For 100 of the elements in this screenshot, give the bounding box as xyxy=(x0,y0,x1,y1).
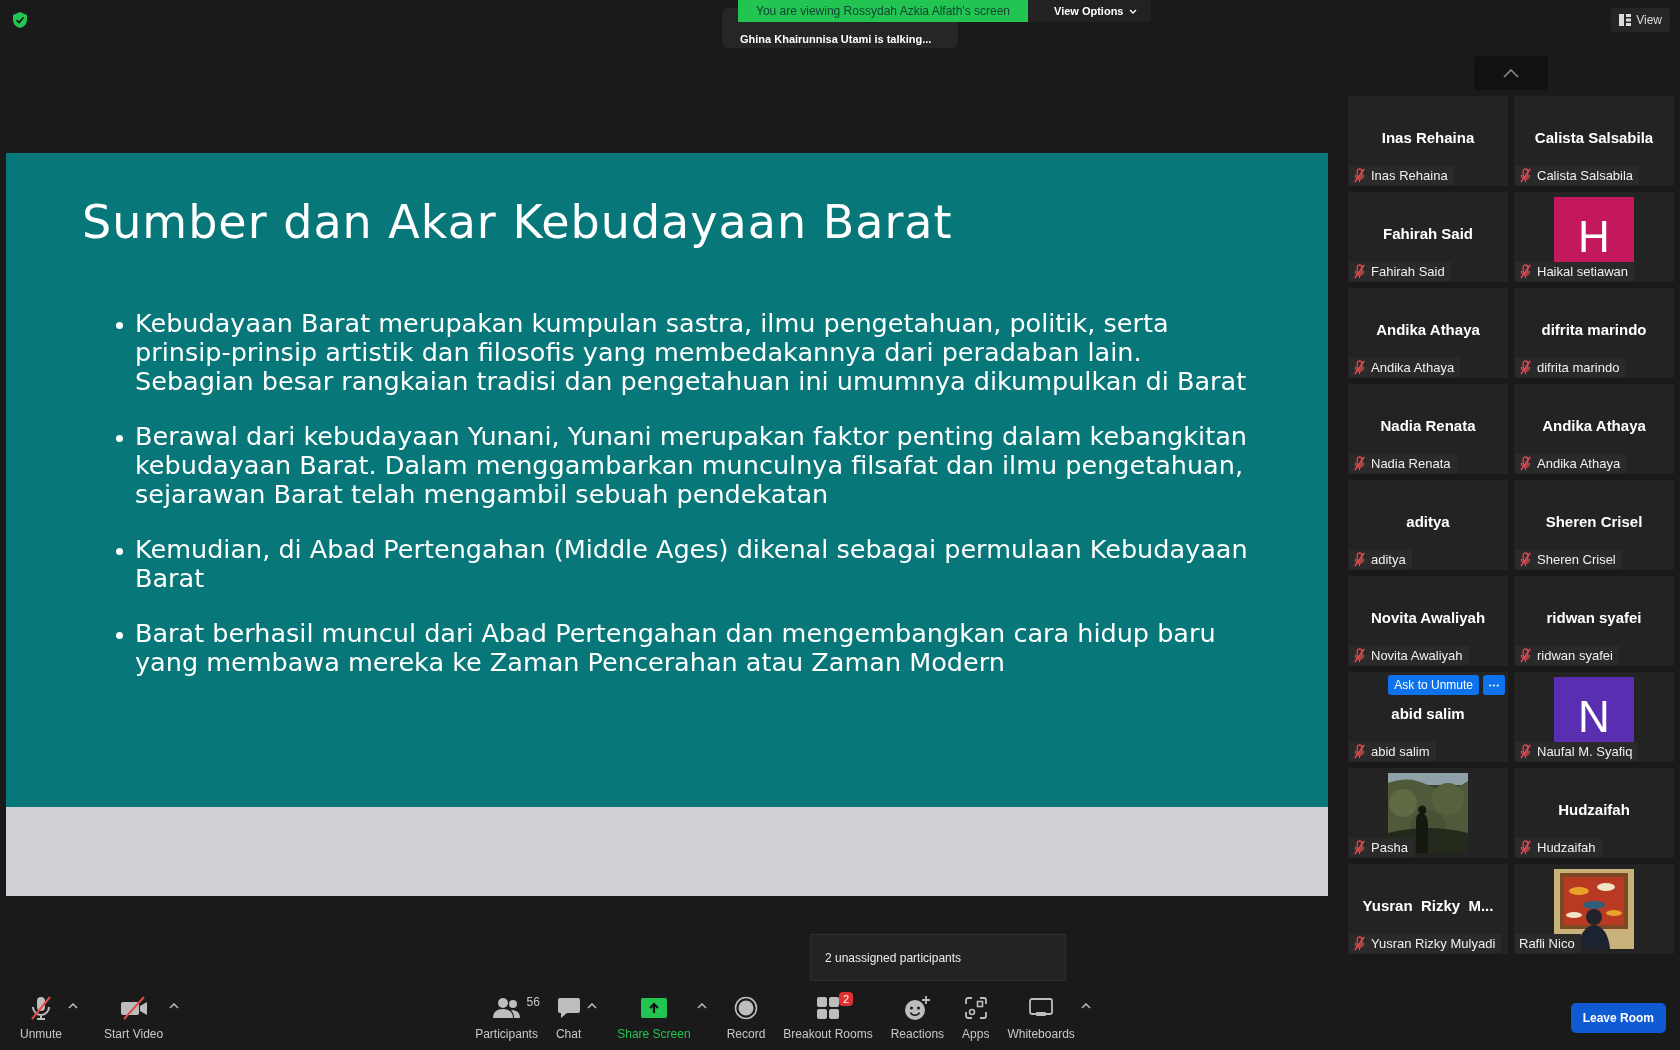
muted-mic-icon xyxy=(1353,840,1366,855)
participant-tile[interactable]: Calista Salsabila Calista Salsabila xyxy=(1514,96,1674,186)
participant-tile[interactable]: Ask to Unmute abid salim abid salim xyxy=(1348,672,1508,762)
participant-name: Yusran Rizky M... xyxy=(1362,896,1494,914)
toolbar-button[interactable]: Unmute xyxy=(14,994,69,1041)
label-text: Nadia Renata xyxy=(1371,456,1451,471)
participant-tile[interactable]: Yusran Rizky M... Yusran Rizky Mulyadi xyxy=(1348,864,1508,954)
label-text: Novita Awaliyah xyxy=(1371,648,1463,663)
people-icon xyxy=(492,996,521,1019)
muted-mic-icon xyxy=(1353,648,1366,663)
chevron-down-icon xyxy=(1129,8,1138,14)
toolbar-button[interactable]: Reactions xyxy=(884,994,951,1041)
muted-mic-icon xyxy=(1519,840,1532,855)
muted-mic-icon xyxy=(1519,456,1532,471)
toolbar-button[interactable]: Share Screen xyxy=(611,994,697,1041)
caret-icon[interactable] xyxy=(587,1002,598,1009)
muted-mic-icon xyxy=(1519,648,1532,663)
label-text: Sheren Crisel xyxy=(1537,552,1616,567)
label-text: Andika Athaya xyxy=(1537,456,1621,471)
toolbar-button[interactable]: 2 Breakout Rooms xyxy=(777,994,879,1041)
participant-name: difrita marindo xyxy=(1541,320,1647,338)
label-text: Andika Athaya xyxy=(1371,360,1455,375)
more-dots-icon xyxy=(1489,683,1499,687)
participant-tile[interactable]: Sheren Crisel Sheren Crisel xyxy=(1514,480,1674,570)
label-text: Inas Rehaina xyxy=(1371,168,1448,183)
ask-to-unmute-button[interactable]: Ask to Unmute xyxy=(1388,675,1479,695)
muted-mic-icon xyxy=(1353,168,1366,183)
muted-mic-icon xyxy=(1519,168,1532,183)
bullet-dot xyxy=(116,435,123,442)
bullet-text: Kemudian, di Abad Pertengahan (Middle Ages) dikenal sebagai permulaan Kebudayaan Barat xyxy=(135,535,1249,593)
label-text: Fahirah Said xyxy=(1371,264,1445,279)
bullet-text: Kebudayaan Barat merupakan kumpulan sastra, ilmu pengetahuan, politik, serta prinsip-prinsip artistik dan filosofis yang membedakannya dari peradaban lain. Sebagian besar rangkaian tradisi dan pengetahuan ini umumnya dikumpulkan di Barat xyxy=(135,309,1248,396)
video-off-icon xyxy=(119,995,148,1020)
participant-name: Sheren Crisel xyxy=(1545,512,1643,530)
participant-name: Fahirah Said xyxy=(1383,224,1473,242)
toolbar-button[interactable]: Apps xyxy=(956,994,996,1041)
toolbar-button[interactable]: Record xyxy=(720,994,772,1041)
view-button[interactable]: View xyxy=(1611,8,1670,32)
view-options-button[interactable]: View Options xyxy=(1028,0,1152,22)
muted-mic-icon xyxy=(1353,552,1366,567)
bullet-text: Barat berhasil muncul dari Abad Pertengahan dan mengembangkan cara hidup baru yang membawa mereka ke Zaman Pencerahan atau Zaman Modern xyxy=(135,619,1217,677)
label-text: Pasha xyxy=(1371,840,1408,855)
caret-icon[interactable] xyxy=(1080,1002,1091,1009)
caret-icon[interactable] xyxy=(169,1002,180,1009)
participant-tile[interactable]: Nadia Renata Nadia Renata xyxy=(1348,384,1508,474)
participant-tile[interactable]: Novita Awaliyah Novita Awaliyah xyxy=(1348,576,1508,666)
participant-tile[interactable]: N Naufal M. Syafiq xyxy=(1514,672,1674,762)
participant-tile[interactable]: Inas Rehaina Inas Rehaina xyxy=(1348,96,1508,186)
participant-tile[interactable]: H Haikal setiawan xyxy=(1514,192,1674,282)
participant-tile[interactable]: aditya aditya xyxy=(1348,480,1508,570)
shield-check-icon[interactable] xyxy=(13,12,27,28)
participant-name: Andika Athaya xyxy=(1542,416,1646,434)
more-button[interactable] xyxy=(1483,675,1505,695)
caret-icon[interactable] xyxy=(696,1002,707,1009)
muted-mic-icon xyxy=(1353,360,1366,375)
caret-icon[interactable] xyxy=(68,1002,79,1009)
participant-tile[interactable]: difrita marindo difrita marindo xyxy=(1514,288,1674,378)
muted-mic-icon xyxy=(1353,456,1366,471)
toolbar-button[interactable]: Chat xyxy=(549,994,588,1041)
bullet-dot xyxy=(116,632,123,639)
leave-room-button[interactable]: Leave Room xyxy=(1570,1002,1666,1033)
muted-mic-icon xyxy=(1519,744,1532,759)
participant-name: Novita Awaliyah xyxy=(1370,608,1486,626)
label-text: abid salim xyxy=(1371,744,1430,759)
participant-name: aditya xyxy=(1406,512,1450,530)
participant-name: Andika Athaya xyxy=(1376,320,1480,338)
notification-badge: 2 xyxy=(838,991,853,1006)
bullet-dot xyxy=(116,322,123,329)
participant-tile[interactable]: Andika Athaya Andika Athaya xyxy=(1514,384,1674,474)
participant-tile[interactable]: Andika Athaya Andika Athaya xyxy=(1348,288,1508,378)
toolbar-button[interactable]: Whiteboards xyxy=(1001,994,1081,1041)
participant-count: 56 xyxy=(526,994,540,1009)
participant-name: ridwan syafei xyxy=(1546,608,1642,626)
record-icon xyxy=(734,995,758,1020)
layout-icon xyxy=(1619,14,1632,26)
muted-mic-icon xyxy=(28,994,54,1021)
grid-icon xyxy=(817,996,839,1019)
toolbar-button[interactable]: Start Video xyxy=(98,994,170,1041)
label-text: aditya xyxy=(1371,552,1406,567)
label-text: ridwan syafei xyxy=(1537,648,1613,663)
muted-mic-icon xyxy=(1353,264,1366,279)
smiley-plus-icon xyxy=(904,994,931,1021)
participant-tile[interactable]: ridwan syafei ridwan syafei xyxy=(1514,576,1674,666)
participant-tile[interactable]: Hudzaifah Hudzaifah xyxy=(1514,768,1674,858)
label-text: Hudzaifah xyxy=(1537,840,1596,855)
participant-tile[interactable]: Fahirah Said Fahirah Said xyxy=(1348,192,1508,282)
participant-name: Calista Salsabila xyxy=(1534,128,1654,146)
bullet-text: Berawal dari kebudayaan Yunani, Yunani merupakan faktor penting dalam kebangkitan kebudayaan Barat. Dalam menggambarkan munculnya filsafat dan ilmu pengetahuan, sejarawan Barat telah mengambil sebuah pendekatan xyxy=(135,422,1248,509)
chat-bubble-icon xyxy=(556,996,581,1019)
share-screen-icon xyxy=(640,997,667,1018)
toolbar-button[interactable]: 56 Participants xyxy=(469,994,544,1041)
participant-name: Nadia Renata xyxy=(1380,416,1476,434)
muted-mic-icon xyxy=(1353,936,1366,951)
participant-tile[interactable]: Pasha xyxy=(1348,768,1508,858)
muted-mic-icon xyxy=(1519,552,1532,567)
label-text: Rafli Nico xyxy=(1519,936,1575,951)
chevron-up-icon xyxy=(1503,68,1519,78)
participant-name: Inas Rehaina xyxy=(1381,128,1475,146)
label-text: Calista Salsabila xyxy=(1537,168,1634,183)
participant-tile[interactable]: Rafli Nico xyxy=(1514,864,1674,954)
